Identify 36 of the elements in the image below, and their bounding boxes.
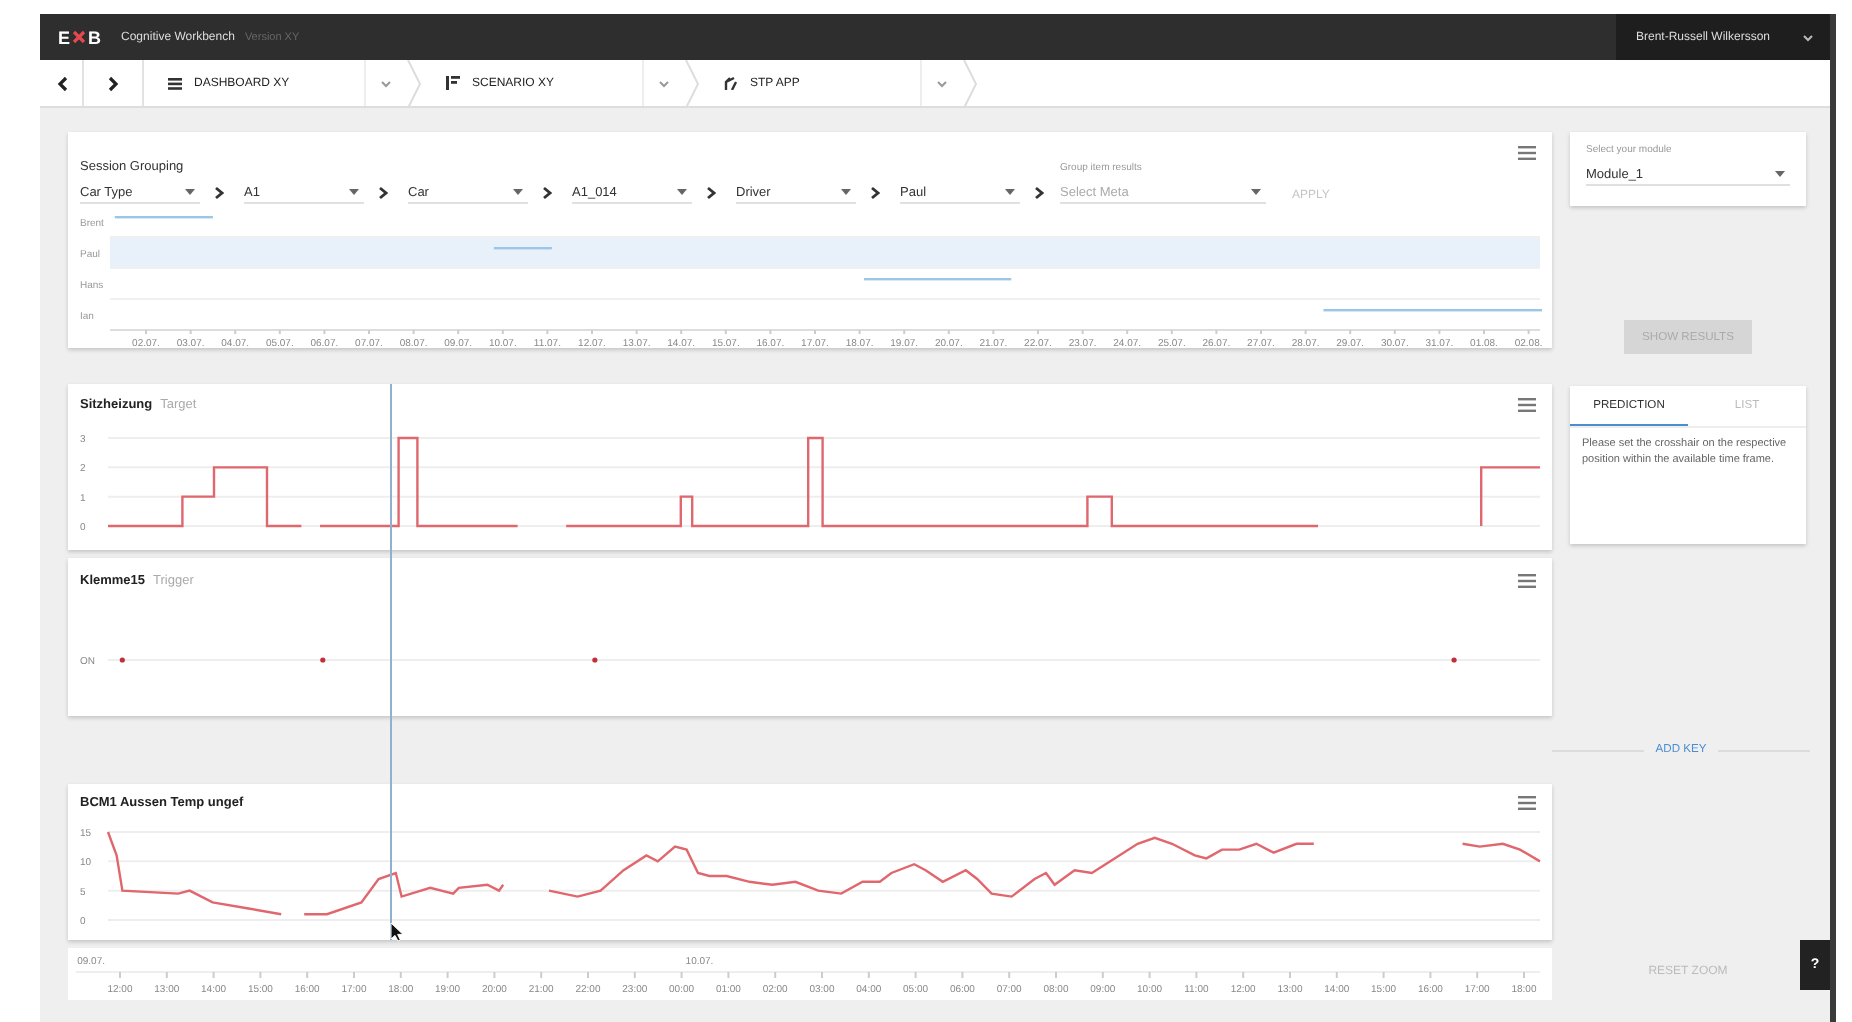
caret-icon [658, 79, 670, 87]
event-dot [1451, 657, 1457, 663]
event-dot [320, 657, 326, 663]
caret-icon [1004, 188, 1016, 196]
caret-icon [512, 188, 524, 196]
caret-icon [380, 79, 392, 87]
menu-icon[interactable] [1518, 146, 1536, 160]
bars-icon [446, 76, 460, 90]
back-icon [55, 75, 67, 91]
caret-icon [676, 188, 688, 196]
caret-icon [348, 188, 360, 196]
menu-icon[interactable] [1518, 795, 1536, 809]
caret-icon [1802, 33, 1814, 41]
chevron-icon [542, 186, 552, 200]
list-icon [168, 77, 182, 89]
chevron-icon [1034, 186, 1044, 200]
caret-icon [184, 188, 196, 196]
logo-letter: B [88, 27, 102, 47]
chevron-icon [214, 186, 224, 200]
caret-icon [936, 79, 948, 87]
fork-icon [724, 76, 738, 90]
chevron-icon [378, 186, 388, 200]
caret-icon [840, 188, 852, 196]
timeline-bar [493, 247, 552, 250]
menu-icon[interactable] [1518, 574, 1536, 588]
event-dot [119, 657, 125, 663]
logo-letter: E [58, 27, 71, 47]
timeline-bar [114, 216, 213, 219]
chevron-icon [706, 186, 716, 200]
forward-icon [107, 75, 119, 91]
cross-icon [72, 30, 87, 44]
caret-icon [1774, 170, 1786, 178]
caret-icon [1250, 188, 1262, 196]
event-dot [592, 657, 598, 663]
menu-icon[interactable] [1518, 398, 1536, 412]
chevron-icon [870, 186, 880, 200]
